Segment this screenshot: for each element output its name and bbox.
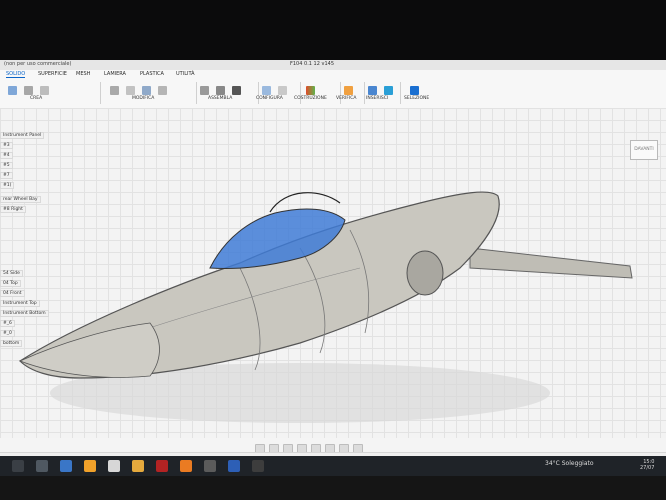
tab-solid[interactable]: SOLIDO — [6, 71, 26, 78]
insert-icon — [368, 86, 377, 95]
select-icon — [410, 86, 419, 95]
tab-utilities[interactable]: UTILITÀ — [176, 71, 195, 77]
browser-item[interactable]: Instrument Panel — [0, 132, 45, 139]
app-title: (non per uso commerciale) — [4, 61, 72, 67]
divider — [364, 82, 365, 104]
browser-item[interactable]: rear Wheel Bay — [0, 196, 41, 203]
browser-item[interactable]: bottom — [0, 340, 23, 347]
inspect-label: VERIFICA — [336, 96, 357, 101]
divider — [400, 82, 401, 104]
browser-panel: Instrument Panel #3 #4 #5 #7 #1) rear Wh… — [0, 108, 49, 408]
divider — [100, 82, 101, 104]
search-icon[interactable] — [36, 460, 48, 472]
browser-item[interactable]: 04 Top — [0, 280, 21, 287]
monitor-bezel — [0, 476, 666, 500]
inspect-icon — [344, 86, 353, 95]
browser-item[interactable]: #4 — [0, 152, 13, 159]
table-icon — [278, 86, 288, 95]
browser-item[interactable]: #7 — [0, 172, 13, 179]
viewport-canvas[interactable] — [0, 108, 666, 438]
select-label: SELEZIONE — [404, 96, 430, 101]
select-group[interactable]: SELEZIONE — [404, 80, 440, 106]
assemble-label: ASSEMBLA — [208, 96, 233, 101]
document-title: F104 0.1 12 v145 — [290, 61, 335, 67]
modify-group[interactable]: MODIFICA — [110, 80, 192, 106]
air-intake — [406, 250, 444, 296]
chrome-icon[interactable] — [108, 460, 120, 472]
ribbon-toolbar: SOLIDO SUPERFICIE MESH LAMIERA PLASTICA … — [0, 70, 666, 109]
construction-group[interactable]: COSTRUZIONE — [294, 80, 342, 106]
wing — [469, 247, 633, 279]
aircraft-model[interactable] — [0, 108, 666, 438]
joint-icon — [216, 86, 226, 95]
windows-start-icon[interactable] — [12, 460, 24, 472]
tab-mesh[interactable]: MESH — [76, 71, 90, 77]
assemble-group[interactable]: ASSEMBLA — [200, 80, 258, 106]
app-icon[interactable] — [252, 460, 264, 472]
app-icon[interactable] — [204, 460, 216, 472]
divider — [196, 82, 197, 104]
create-label: CREA — [30, 96, 43, 101]
construction-icon — [306, 86, 315, 95]
insert-label: INSERISCI — [366, 96, 389, 101]
browser-item[interactable]: #8 Right — [0, 206, 26, 213]
configure-group[interactable]: CONFIGURA — [256, 80, 300, 106]
file-explorer-icon[interactable] — [132, 460, 144, 472]
browser-item[interactable]: #5 — [0, 162, 13, 169]
browser-item[interactable]: 54 Side — [0, 270, 23, 277]
revolve-icon — [40, 86, 50, 95]
view-cube[interactable]: DAVANTI — [630, 140, 658, 160]
configure-label: CONFIGURA — [256, 96, 283, 101]
browser-item[interactable]: #_0 — [0, 330, 15, 337]
firefox-icon[interactable] — [84, 460, 96, 472]
create-group[interactable]: CREA — [8, 80, 60, 106]
tab-surface[interactable]: SUPERFICIE — [38, 71, 67, 77]
extrude-icon — [24, 86, 34, 95]
browser-item[interactable]: Instrument Bottom — [0, 310, 49, 317]
clock-date: 27/07 — [640, 465, 655, 471]
modify-label: MODIFICA — [132, 96, 155, 101]
browser-item[interactable]: #1) — [0, 182, 15, 189]
browser-item[interactable]: 04 Front — [0, 290, 25, 297]
browser-item[interactable]: #3 — [0, 142, 13, 149]
tab-plastic[interactable]: PLASTICA — [140, 71, 164, 77]
browser-item[interactable]: Instrument Top — [0, 300, 40, 307]
fillet-icon — [126, 86, 136, 95]
edge-icon[interactable] — [228, 460, 240, 472]
create-icon — [8, 86, 17, 95]
system-clock[interactable]: 15:0 27/07 — [640, 459, 654, 471]
fusion-360-icon[interactable] — [180, 460, 192, 472]
app-icon[interactable] — [156, 460, 168, 472]
task-view-icon[interactable] — [60, 460, 72, 472]
inspect-group[interactable]: VERIFICA — [336, 80, 370, 106]
construction-label: COSTRUZIONE — [294, 96, 327, 101]
modify-icon — [110, 86, 119, 95]
image-icon — [384, 86, 394, 95]
move-icon — [232, 86, 242, 95]
configure-icon — [262, 86, 271, 95]
tab-sheet-metal[interactable]: LAMIERA — [104, 71, 126, 77]
combine-icon — [158, 86, 168, 95]
insert-group[interactable]: INSERISCI — [366, 80, 400, 106]
monitor-screen: (non per uso commerciale) F104 0.1 12 v1… — [0, 60, 666, 460]
shell-icon — [142, 86, 152, 95]
weather-status[interactable]: 34°C Soleggiato — [545, 460, 594, 467]
browser-item[interactable]: #_6 — [0, 320, 15, 327]
assemble-icon — [200, 86, 209, 95]
